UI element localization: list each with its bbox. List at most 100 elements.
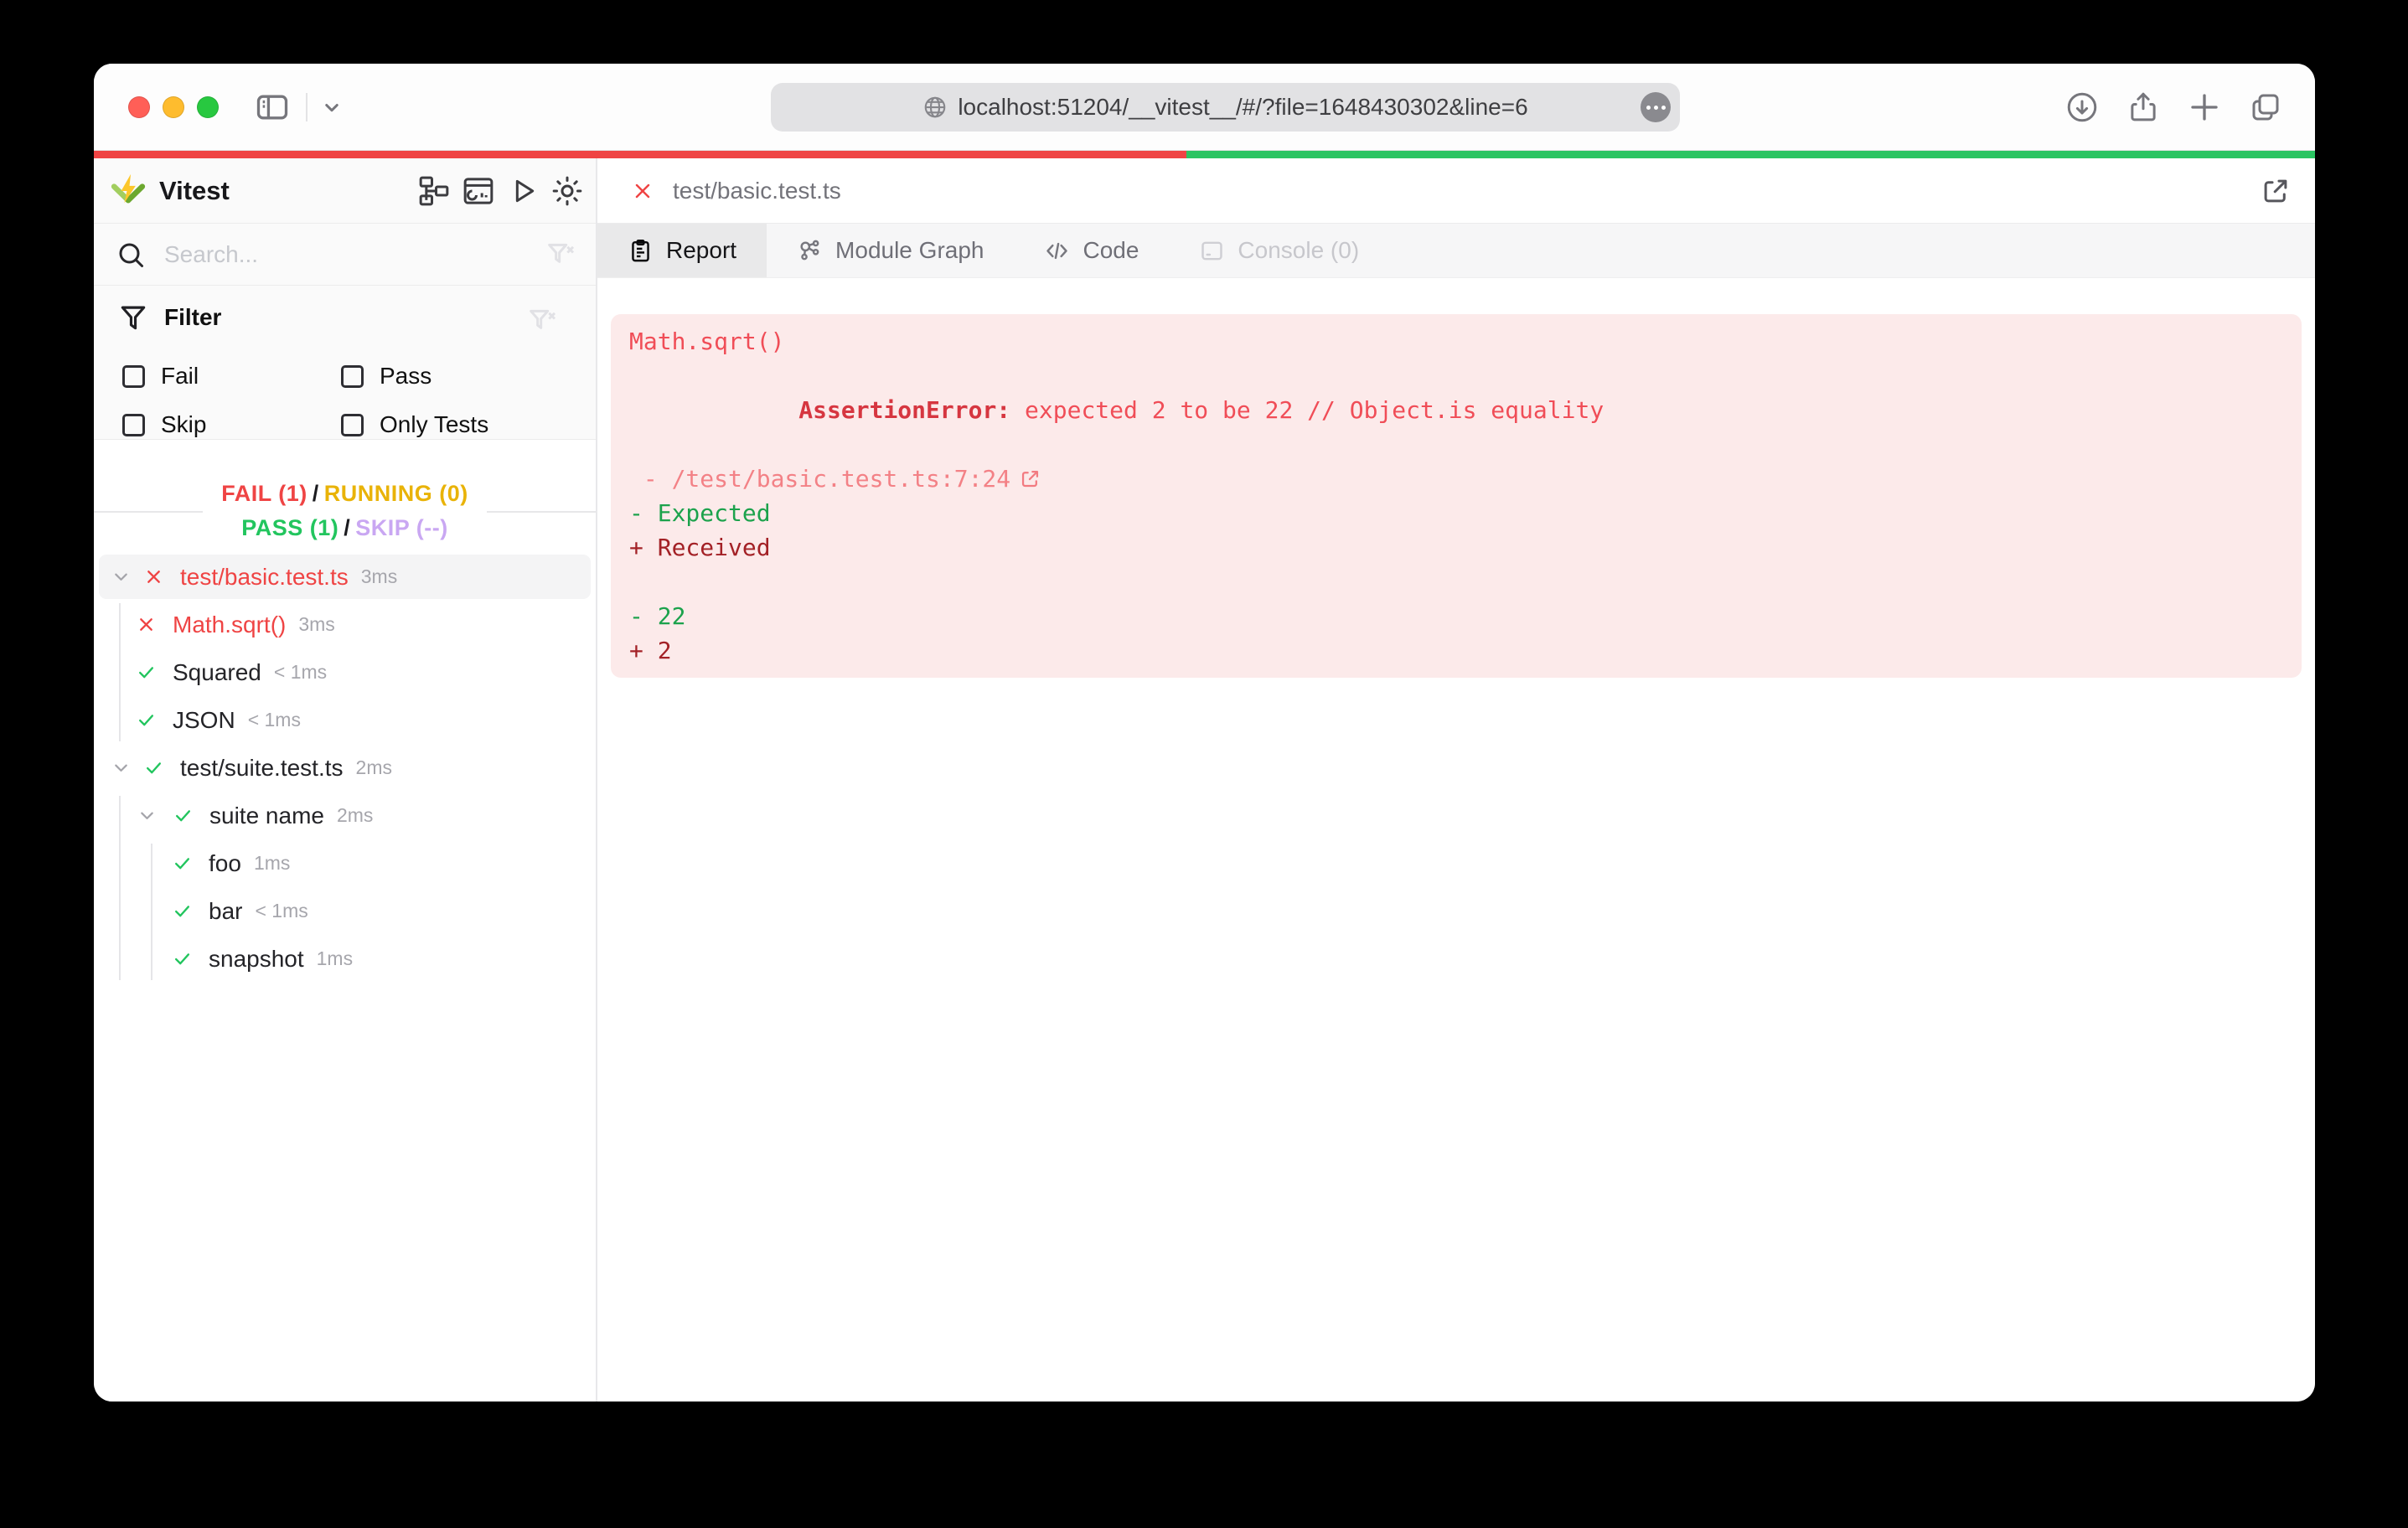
test-progress-bar [94, 151, 2315, 158]
test-tree: test/basic.test.ts 3ms Math.sqrt() 3ms S… [94, 553, 596, 983]
fail-count: FAIL (1) [221, 481, 307, 506]
tree-row-test[interactable]: snapshot 1ms [94, 935, 596, 983]
checkbox[interactable] [122, 364, 145, 388]
search-icon [116, 240, 146, 270]
clear-filter-icon[interactable] [525, 304, 559, 338]
main-panel: test/basic.test.ts Report Module Graph C… [597, 158, 2315, 1402]
traffic-lights [128, 96, 219, 118]
console-icon [1199, 238, 1225, 264]
tree-row-suite[interactable]: suite name 2ms [94, 792, 596, 839]
tab-label: Code [1083, 237, 1139, 263]
url-text: localhost:51204/__vitest__/#/?file=16484… [958, 94, 1528, 120]
chevron-down-icon[interactable] [110, 565, 132, 588]
pass-icon [171, 900, 194, 922]
error-test-name: Math.sqrt() [629, 328, 785, 355]
close-window-button[interactable] [128, 96, 150, 118]
diff-received-value: + 2 [629, 637, 672, 664]
tree-row-test[interactable]: Squared < 1ms [94, 648, 596, 696]
filter-checkbox-only-tests[interactable]: Only Tests [341, 411, 588, 438]
downloads-icon[interactable] [2064, 90, 2100, 125]
new-tab-icon[interactable] [2187, 90, 2222, 125]
page-settings-icon[interactable] [1641, 92, 1671, 122]
diff-received-label: + Received [629, 534, 771, 561]
share-icon[interactable] [2126, 90, 2161, 125]
browser-toolbar: localhost:51204/__vitest__/#/?file=16484… [94, 64, 2315, 151]
tree-row-test[interactable]: foo 1ms [94, 839, 596, 887]
tab-label: Module Graph [835, 237, 984, 263]
tab-label: Console (0) [1238, 237, 1360, 263]
tab-overview-icon[interactable] [2248, 90, 2283, 125]
code-icon [1044, 238, 1070, 264]
filter-checkbox-fail[interactable]: Fail [94, 363, 341, 390]
open-external-icon[interactable] [2260, 175, 2292, 207]
diff-expected-value: - 22 [629, 602, 686, 630]
collapse-tree-icon[interactable] [417, 174, 451, 208]
vitest-logo-icon [109, 172, 147, 210]
close-file-icon[interactable] [631, 179, 654, 203]
skip-count: SKIP (--) [355, 515, 448, 540]
error-assertion: AssertionError: expected 2 to be 22 // O… [798, 396, 1604, 424]
report-icon [628, 238, 654, 264]
tree-row-file[interactable]: test/basic.test.ts 3ms [94, 553, 596, 601]
sidebar: Vitest Search... Filter Fail Pass Skip O… [94, 158, 597, 1402]
fail-icon [135, 613, 158, 636]
zoom-window-button[interactable] [197, 96, 219, 118]
diff-expected-label: - Expected [629, 499, 771, 527]
progress-fail-segment [94, 151, 1187, 158]
tree-row-test[interactable]: bar < 1ms [94, 887, 596, 935]
run-all-button[interactable] [506, 174, 540, 208]
pass-icon [135, 709, 158, 731]
tree-row-file[interactable]: test/suite.test.ts 2ms [94, 744, 596, 792]
pass-count: PASS (1) [241, 515, 339, 540]
error-stack-line[interactable]: - /test/basic.test.ts:7:24 [629, 462, 2283, 496]
pass-icon [142, 756, 165, 779]
pass-icon [171, 947, 194, 970]
checkbox[interactable] [341, 413, 364, 436]
file-tab-title: test/basic.test.ts [673, 177, 841, 204]
tab-console[interactable]: Console (0) [1169, 224, 1389, 277]
fail-icon [142, 565, 165, 588]
filter-icon [117, 302, 149, 333]
tree-row-test[interactable]: Math.sqrt() 3ms [94, 601, 596, 648]
test-summary: FAIL (1) / RUNNING (0) PASS (1) / SKIP (--) [94, 469, 596, 553]
globe-icon [922, 95, 948, 120]
search-input[interactable] [164, 240, 544, 268]
tab-code[interactable]: Code [1014, 224, 1169, 277]
checkbox[interactable] [341, 364, 364, 388]
checkbox[interactable] [122, 413, 145, 436]
open-in-editor-icon[interactable] [1019, 467, 1041, 490]
filter-section: Filter Fail Pass Skip Only Tests [94, 286, 596, 440]
toolbar-divider [306, 92, 307, 121]
filter-checkbox-pass[interactable]: Pass [341, 363, 588, 390]
chevron-down-icon[interactable] [136, 804, 158, 827]
tab-report[interactable]: Report [597, 224, 767, 277]
search-bar [94, 224, 596, 286]
dashboard-icon[interactable] [462, 174, 495, 208]
minimize-window-button[interactable] [163, 96, 184, 118]
filter-checkbox-skip[interactable]: Skip [94, 411, 341, 438]
pass-icon [172, 804, 194, 827]
theme-toggle-button[interactable] [550, 174, 584, 208]
chevron-down-icon[interactable] [319, 95, 344, 120]
browser-window: localhost:51204/__vitest__/#/?file=16484… [94, 64, 2315, 1402]
pass-icon [135, 661, 158, 684]
sidebar-toggle-icon[interactable] [254, 89, 291, 126]
clear-search-icon[interactable] [544, 238, 577, 271]
chevron-down-icon[interactable] [110, 756, 132, 779]
module-graph-icon [797, 238, 823, 264]
address-bar[interactable]: localhost:51204/__vitest__/#/?file=16484… [771, 83, 1680, 132]
view-tabs: Report Module Graph Code Console (0) [597, 224, 2315, 278]
file-tab-header: test/basic.test.ts [597, 158, 2315, 224]
running-count: RUNNING (0) [323, 481, 468, 506]
pass-icon [171, 852, 194, 875]
report-content: Math.sqrt() AssertionError: expected 2 t… [597, 278, 2315, 1402]
sidebar-header: Vitest [94, 158, 596, 224]
filter-title: Filter [164, 304, 222, 330]
error-panel: Math.sqrt() AssertionError: expected 2 t… [611, 314, 2302, 678]
tab-label: Report [666, 237, 737, 263]
progress-pass-segment [1186, 151, 2315, 158]
tab-module-graph[interactable]: Module Graph [767, 224, 1014, 277]
app-title: Vitest [159, 175, 230, 205]
tree-row-test[interactable]: JSON < 1ms [94, 696, 596, 744]
